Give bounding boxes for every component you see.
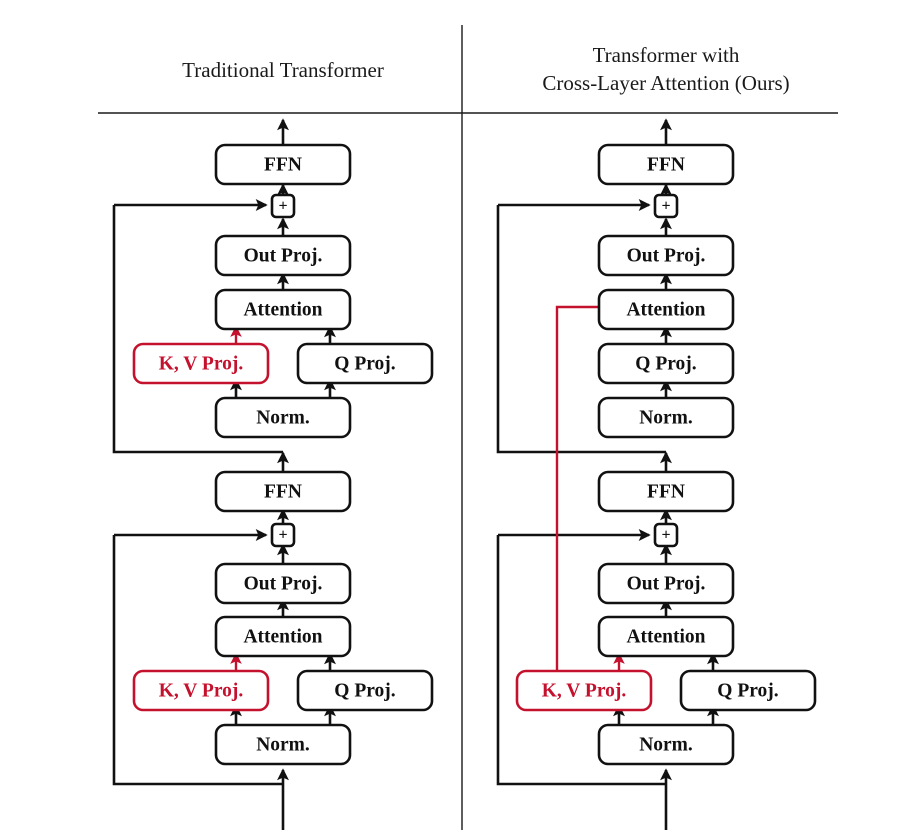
right-lower-norm-node[interactable]: Norm.	[597, 723, 735, 766]
right-lower-q-proj-label: Q Proj.	[717, 680, 779, 701]
left-upper-add-label: +	[278, 198, 287, 215]
left-upper-q-proj-node[interactable]: Q Proj.	[296, 342, 434, 385]
left-upper-attention-node[interactable]: Attention	[214, 288, 352, 331]
left-lower-attention-label: Attention	[243, 626, 322, 647]
panel-title-left: Traditional Transformer	[182, 58, 384, 82]
right-lower-attention-node[interactable]: Attention	[597, 615, 735, 658]
left-lower-q-proj-label: Q Proj.	[334, 680, 396, 701]
right-upper-norm-label: Norm.	[639, 407, 693, 428]
left-panel: FFN + Out Proj. Attention K, V Proj. Q P…	[112, 118, 434, 830]
right-middle-ffn-label: FFN	[647, 481, 685, 502]
architecture-diagram: Traditional Transformer Transformer with…	[98, 25, 838, 830]
right-lower-norm-label: Norm.	[639, 734, 693, 755]
right-upper-outproj-node[interactable]: Out Proj.	[597, 234, 735, 277]
right-upper-q-proj-label: Q Proj.	[635, 353, 697, 374]
left-upper-norm-label: Norm.	[256, 407, 310, 428]
right-lower-q-proj-node[interactable]: Q Proj.	[679, 669, 817, 712]
right-lower-add-node[interactable]: +	[653, 522, 679, 548]
right-lower-outproj-label: Out Proj.	[627, 573, 706, 594]
left-lower-outproj-node[interactable]: Out Proj.	[214, 562, 352, 605]
left-upper-add-node[interactable]: +	[270, 193, 296, 219]
right-upper-attention-node[interactable]: Attention	[597, 288, 735, 331]
left-upper-ffn-node[interactable]: FFN	[214, 143, 352, 186]
figure-root: Traditional Transformer Transformer with…	[0, 0, 900, 840]
left-upper-outproj-node[interactable]: Out Proj.	[214, 234, 352, 277]
left-upper-outproj-label: Out Proj.	[244, 245, 323, 266]
right-upper-outproj-label: Out Proj.	[627, 245, 706, 266]
right-lower-kv-proj-node[interactable]: K, V Proj.	[515, 669, 653, 712]
panel-title-right-line1: Transformer with	[593, 43, 740, 67]
right-upper-ffn-node[interactable]: FFN	[597, 143, 735, 186]
left-lower-attention-node[interactable]: Attention	[214, 615, 352, 658]
left-lower-kv-proj-label: K, V Proj.	[159, 680, 244, 701]
right-upper-add-node[interactable]: +	[653, 193, 679, 219]
right-panel: FFN + Out Proj. Attention Q Proj. Norm. …	[496, 118, 817, 830]
right-middle-ffn-node[interactable]: FFN	[597, 470, 735, 513]
left-upper-attention-label: Attention	[243, 299, 322, 320]
left-upper-ffn-label: FFN	[264, 154, 302, 175]
right-lower-outproj-node[interactable]: Out Proj.	[597, 562, 735, 605]
left-upper-norm-node[interactable]: Norm.	[214, 396, 352, 439]
right-upper-attention-label: Attention	[626, 299, 705, 320]
left-lower-kv-proj-node[interactable]: K, V Proj.	[132, 669, 270, 712]
panel-title-right-line2: Cross-Layer Attention (Ours)	[542, 71, 789, 95]
left-lower-q-proj-node[interactable]: Q Proj.	[296, 669, 434, 712]
left-lower-outproj-label: Out Proj.	[244, 573, 323, 594]
left-lower-add-node[interactable]: +	[270, 522, 296, 548]
left-lower-norm-label: Norm.	[256, 734, 310, 755]
right-lower-add-label: +	[661, 527, 670, 544]
left-upper-kv-proj-label: K, V Proj.	[159, 353, 244, 374]
right-upper-ffn-label: FFN	[647, 154, 685, 175]
left-middle-ffn-node[interactable]: FFN	[214, 470, 352, 513]
left-lower-add-label: +	[278, 527, 287, 544]
right-upper-add-label: +	[661, 198, 670, 215]
right-upper-norm-node[interactable]: Norm.	[597, 396, 735, 439]
left-middle-ffn-label: FFN	[264, 481, 302, 502]
left-lower-norm-node[interactable]: Norm.	[214, 723, 352, 766]
right-lower-kv-proj-label: K, V Proj.	[542, 680, 627, 701]
right-lower-attention-label: Attention	[626, 626, 705, 647]
left-upper-kv-proj-node[interactable]: K, V Proj.	[132, 342, 270, 385]
right-upper-q-proj-node[interactable]: Q Proj.	[597, 342, 735, 385]
left-upper-q-proj-label: Q Proj.	[334, 353, 396, 374]
